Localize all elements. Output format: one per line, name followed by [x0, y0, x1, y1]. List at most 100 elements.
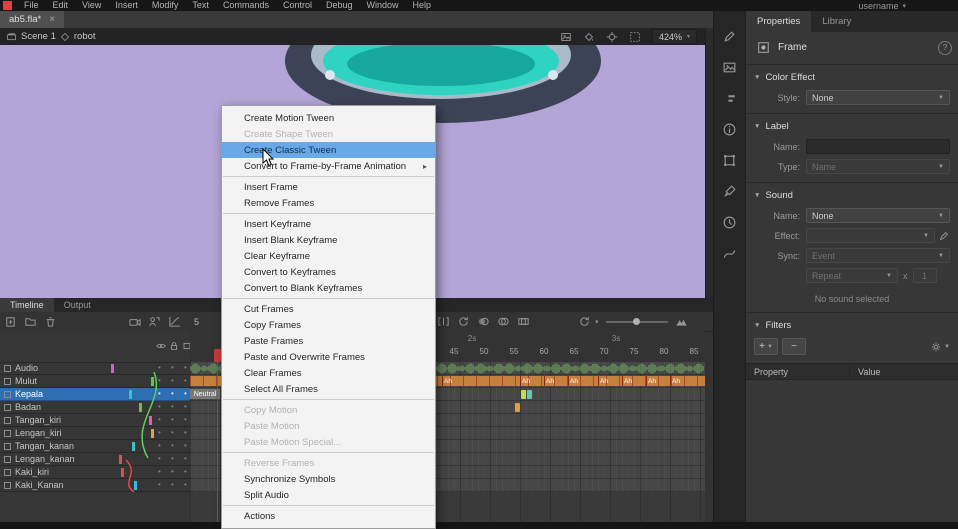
label-name-input[interactable] — [806, 139, 950, 154]
fill-icon[interactable] — [583, 31, 595, 43]
camera-icon[interactable] — [128, 315, 141, 328]
layer-visibility-dot[interactable]: • — [158, 389, 161, 398]
layer-outline-dot[interactable]: • — [184, 467, 187, 476]
layer-outline-dot[interactable]: • — [184, 389, 187, 398]
menu-help[interactable]: Help — [406, 0, 439, 11]
lock-icon[interactable] — [168, 340, 180, 352]
context-menu-item-insert-blank-keyframe[interactable]: Insert Blank Keyframe — [222, 232, 435, 248]
context-menu-item-clear-keyframe[interactable]: Clear Keyframe — [222, 248, 435, 264]
breadcrumb-scene[interactable]: Scene 1 — [21, 31, 56, 42]
context-menu-item-remove-frames[interactable]: Remove Frames — [222, 195, 435, 211]
loop-icon[interactable] — [457, 315, 470, 328]
chevron-down-icon[interactable]: ▾ — [595, 318, 599, 326]
clip-content-icon[interactable] — [629, 31, 641, 43]
tab-output[interactable]: Output — [54, 298, 101, 312]
zoom-select[interactable]: 424% ▾ — [652, 29, 697, 44]
eye-icon[interactable] — [155, 340, 167, 352]
close-tab-icon[interactable]: × — [49, 14, 55, 25]
graph-editor-icon[interactable] — [168, 315, 181, 328]
layer-outline-dot[interactable]: • — [184, 415, 187, 424]
app-icon[interactable] — [3, 1, 12, 10]
info-icon[interactable] — [721, 120, 739, 138]
menu-commands[interactable]: Commands — [216, 0, 276, 11]
zoom-fit-icon[interactable] — [675, 315, 688, 328]
menu-control[interactable]: Control — [276, 0, 319, 11]
onion-skin-icon[interactable] — [477, 315, 490, 328]
layer-lock-dot[interactable]: • — [171, 467, 174, 476]
layer-visibility-dot[interactable]: • — [158, 376, 161, 385]
section-header[interactable]: ▼ Color Effect — [746, 68, 958, 85]
keyframe-mark[interactable] — [521, 390, 526, 399]
layer-outline-dot[interactable]: • — [184, 402, 187, 411]
context-menu-item-copy-frames[interactable]: Copy Frames — [222, 317, 435, 333]
layer-row-kepala[interactable]: Kepala••• — [0, 388, 190, 401]
edit-sound-pencil-icon[interactable] — [938, 230, 950, 242]
layer-visibility-dot[interactable]: • — [158, 415, 161, 424]
context-menu-item-paste-frames[interactable]: Paste Frames — [222, 333, 435, 349]
layer-visibility-dot[interactable]: • — [158, 402, 161, 411]
new-layer-icon[interactable] — [4, 315, 17, 328]
layer-lock-dot[interactable]: • — [171, 363, 174, 372]
transform-icon[interactable] — [721, 151, 739, 169]
layer-row-tangan-kiri[interactable]: Tangan_kiri••• — [0, 414, 190, 427]
layer-outline-dot[interactable]: • — [184, 363, 187, 372]
menu-edit[interactable]: Edit — [46, 0, 76, 11]
align-icon[interactable] — [721, 89, 739, 107]
layer-outline-dot[interactable]: • — [184, 376, 187, 385]
context-menu-item-synchronize-symbols[interactable]: Synchronize Symbols — [222, 471, 435, 487]
context-menu-item-insert-keyframe[interactable]: Insert Keyframe — [222, 216, 435, 232]
onion-outline-icon[interactable] — [497, 315, 510, 328]
menu-modify[interactable]: Modify — [145, 0, 186, 11]
context-menu-item-create-classic-tween[interactable]: Create Classic Tween — [222, 142, 435, 158]
context-menu-item-paste-and-overwrite-frames[interactable]: Paste and Overwrite Frames — [222, 349, 435, 365]
document-tab[interactable]: ab5.fla* × — [0, 11, 64, 28]
context-menu-item-convert-to-frame-by-frame-animation[interactable]: Convert to Frame-by-Frame Animation▸ — [222, 158, 435, 174]
layer-lock-dot[interactable]: • — [171, 428, 174, 437]
brush-icon[interactable] — [721, 182, 739, 200]
section-header[interactable]: ▼ Label — [746, 117, 958, 134]
layer-lock-dot[interactable]: • — [171, 441, 174, 450]
help-icon[interactable]: ? — [938, 41, 952, 55]
context-menu-item-convert-to-blank-keyframes[interactable]: Convert to Blank Keyframes — [222, 280, 435, 296]
add-filter-button[interactable]: + ▼ — [754, 338, 778, 355]
context-menu-item-clear-frames[interactable]: Clear Frames — [222, 365, 435, 381]
layer-outline-dot[interactable]: • — [184, 480, 187, 489]
layer-visibility-dot[interactable]: • — [158, 480, 161, 489]
breadcrumb-symbol[interactable]: robot — [74, 31, 96, 42]
tab-library[interactable]: Library — [811, 11, 862, 32]
style-dropdown[interactable]: None ▼ — [806, 90, 950, 105]
context-menu-item-select-all-frames[interactable]: Select All Frames — [222, 381, 435, 397]
playhead[interactable] — [214, 349, 221, 362]
layer-lock-dot[interactable]: • — [171, 480, 174, 489]
layer-outline-dot[interactable]: • — [184, 454, 187, 463]
context-menu-item-convert-to-keyframes[interactable]: Convert to Keyframes — [222, 264, 435, 280]
menu-file[interactable]: File — [17, 0, 46, 11]
layer-row-audio[interactable]: Audio••• — [0, 362, 190, 375]
layer-row-mulut[interactable]: Mulut••• — [0, 375, 190, 388]
history-icon[interactable] — [721, 213, 739, 231]
keyframe-mark[interactable] — [527, 390, 532, 399]
frame-span-label[interactable]: Neutral — [190, 389, 220, 399]
layer-lock-dot[interactable]: • — [171, 402, 174, 411]
menu-text[interactable]: Text — [185, 0, 216, 11]
sound-name-dropdown[interactable]: None ▼ — [806, 208, 950, 223]
filter-options-button[interactable]: ▼ — [930, 341, 950, 353]
image-icon[interactable] — [721, 58, 739, 76]
layer-visibility-dot[interactable]: • — [158, 428, 161, 437]
layer-visibility-dot[interactable]: • — [158, 467, 161, 476]
layer-outline-dot[interactable]: • — [184, 428, 187, 437]
layer-row-tangan-kanan[interactable]: Tangan_kanan••• — [0, 440, 190, 453]
context-menu-item-create-motion-tween[interactable]: Create Motion Tween — [222, 110, 435, 126]
image-icon[interactable] — [560, 31, 572, 43]
context-menu-item-cut-frames[interactable]: Cut Frames — [222, 301, 435, 317]
edit-multiple-frames-icon[interactable] — [517, 315, 530, 328]
layer-lock-dot[interactable]: • — [171, 415, 174, 424]
delete-layer-icon[interactable] — [44, 315, 57, 328]
layer-row-kaki-kanan[interactable]: Kaki_Kanan••• — [0, 479, 190, 492]
new-folder-icon[interactable] — [24, 315, 37, 328]
slider-knob[interactable] — [633, 318, 640, 325]
layer-row-lengan-kanan[interactable]: Lengan_kanan••• — [0, 453, 190, 466]
tab-timeline[interactable]: Timeline — [0, 298, 54, 312]
parenting-icon[interactable] — [148, 315, 161, 328]
pen-icon[interactable] — [721, 27, 739, 45]
